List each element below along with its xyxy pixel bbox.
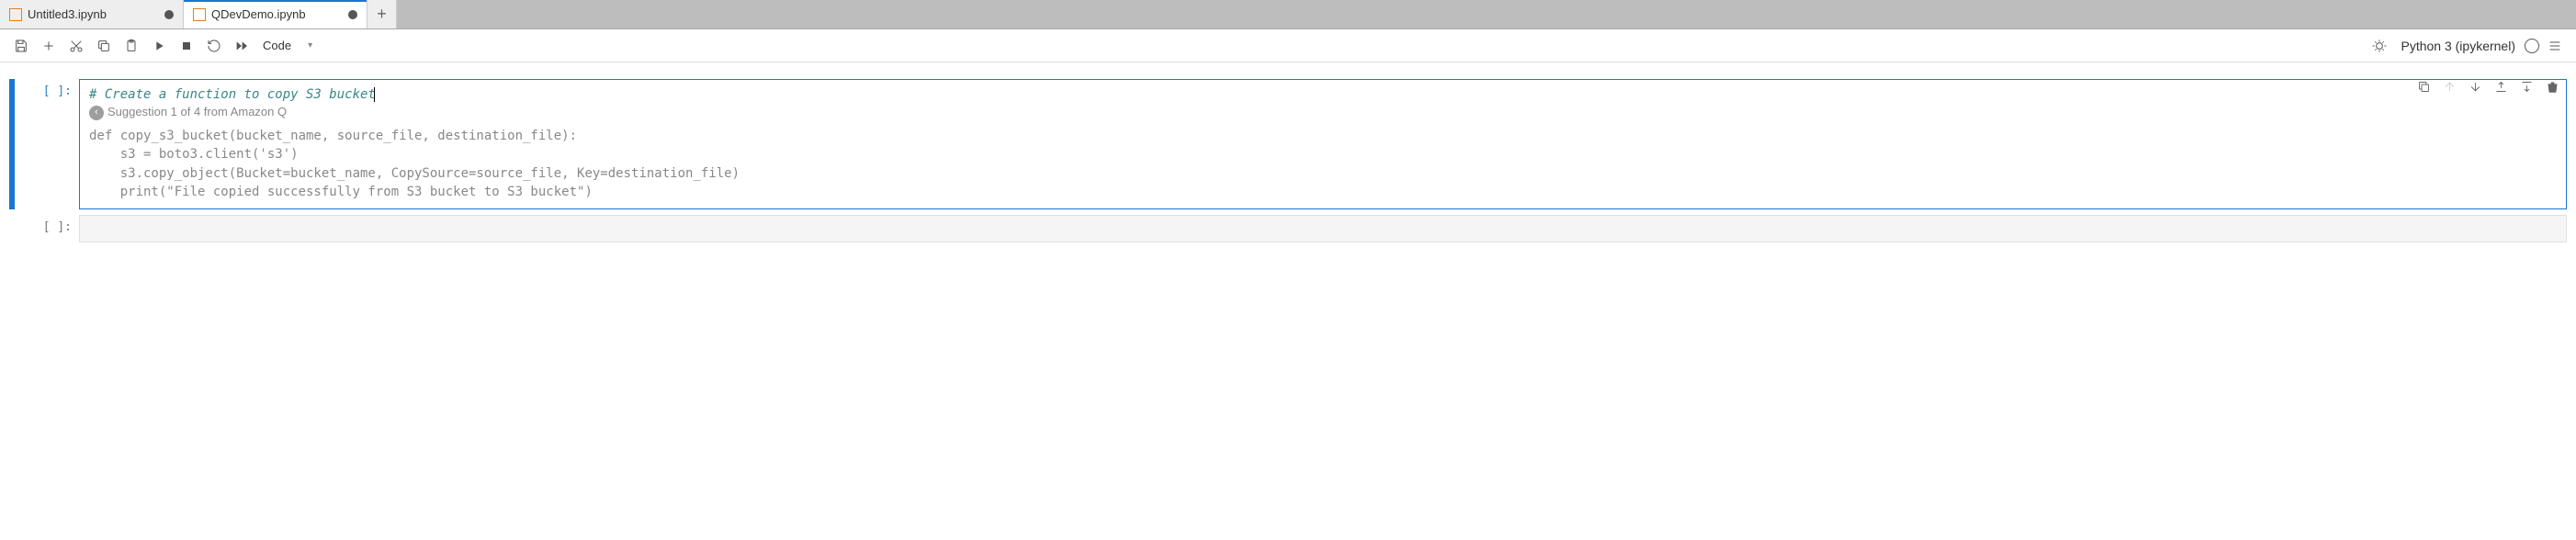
tab-label: Untitled3.ipynb — [28, 7, 159, 21]
notebook-area: [ ]: — [0, 62, 2576, 257]
text-cursor — [374, 87, 375, 102]
menu-icon[interactable] — [2543, 34, 2567, 58]
run-button[interactable] — [147, 34, 171, 58]
notebook-icon — [193, 8, 206, 21]
new-tab-button[interactable]: + — [367, 0, 397, 28]
stop-button[interactable] — [175, 34, 198, 58]
cut-button[interactable] — [64, 34, 88, 58]
tab-untitled3[interactable]: Untitled3.ipynb — [0, 0, 184, 28]
suggestion-label: Suggestion 1 of 4 from Amazon Q — [107, 104, 287, 121]
cell-type-select[interactable]: Code ▾ — [257, 37, 331, 54]
cell-editor[interactable]: # Create a function to copy S3 bucket ‹ … — [79, 79, 2567, 209]
cell-action-toolbar — [2414, 77, 2561, 96]
delete-cell-button[interactable] — [2543, 77, 2561, 96]
insert-above-button[interactable] — [2491, 77, 2510, 96]
tab-bar: Untitled3.ipynb QDevDemo.ipynb + — [0, 0, 2576, 29]
save-button[interactable] — [9, 34, 33, 58]
cell-type-label: Code — [263, 39, 291, 52]
dirty-indicator-icon — [348, 10, 357, 19]
code-cell[interactable]: [ ]: — [9, 79, 2567, 209]
move-up-button[interactable] — [2440, 77, 2458, 96]
tab-label: QDevDemo.ipynb — [211, 7, 343, 21]
duplicate-cell-button[interactable] — [2414, 77, 2433, 96]
restart-button[interactable] — [202, 34, 226, 58]
insert-below-button[interactable] — [2517, 77, 2536, 96]
dirty-indicator-icon — [164, 10, 174, 19]
suggested-code: def copy_s3_bucket(bucket_name, source_f… — [89, 127, 2557, 201]
insert-cell-button[interactable] — [37, 34, 61, 58]
kernel-name[interactable]: Python 3 (ipykernel) — [2401, 39, 2515, 53]
notebook-toolbar: Code ▾ Python 3 (ipykernel) — [0, 29, 2576, 62]
bug-icon[interactable] — [2367, 34, 2391, 58]
copy-button[interactable] — [92, 34, 116, 58]
cell-prompt: [ ]: — [15, 215, 79, 242]
kernel-status-icon[interactable] — [2525, 39, 2539, 53]
move-down-button[interactable] — [2466, 77, 2484, 96]
run-all-button[interactable] — [230, 34, 254, 58]
code-cell-empty[interactable]: [ ]: — [9, 215, 2567, 242]
cell-prompt: [ ]: — [15, 79, 79, 209]
notebook-icon — [9, 8, 22, 21]
chevron-down-icon: ▾ — [308, 40, 312, 51]
paste-button[interactable] — [119, 34, 143, 58]
cell-editor[interactable] — [79, 215, 2567, 242]
code-comment: # Create a function to copy S3 bucket — [89, 87, 376, 102]
suggestion-indicator[interactable]: ‹ Suggestion 1 of 4 from Amazon Q — [89, 104, 2557, 121]
suggestion-badge-icon: ‹ — [89, 106, 104, 120]
tab-qdevdemo[interactable]: QDevDemo.ipynb — [184, 0, 367, 28]
